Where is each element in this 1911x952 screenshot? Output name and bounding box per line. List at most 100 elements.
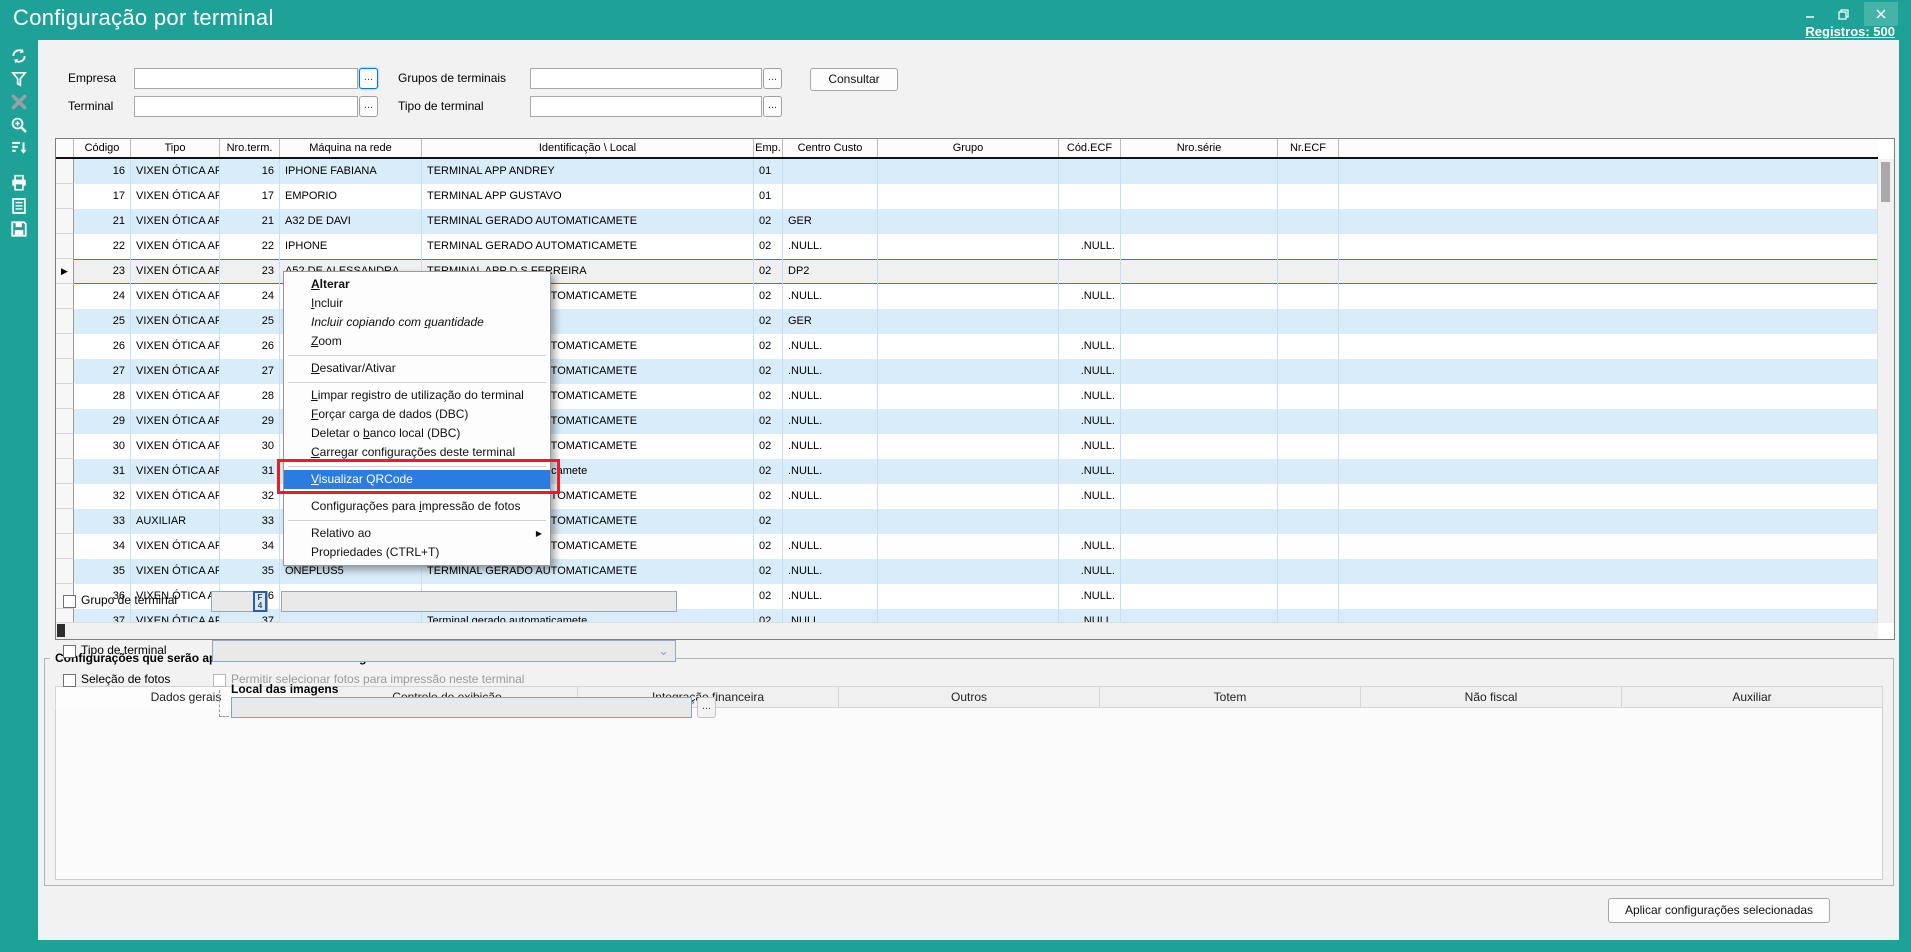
column-header-codigo[interactable]: Código [74,139,131,157]
grupos-label: Grupos de terminais [398,71,506,85]
empresa-input[interactable] [134,68,358,89]
consultar-button[interactable]: Consultar [810,68,898,91]
menu-item-desativar-ativar[interactable]: Desativar/Ativar [284,359,550,378]
column-header-nrecf[interactable]: Nr.ECF [1278,139,1339,157]
menu-item-incluir-copiando-com-quantidade[interactable]: Incluir copiando com quantidade [284,313,550,332]
grupo-desc-input[interactable] [281,591,677,612]
grupos-input[interactable] [530,68,762,89]
column-header-emp[interactable]: Emp. [754,139,783,157]
cell-codigo: 26 [74,334,131,359]
sync-icon[interactable] [8,45,30,67]
permitir-fotos-checkbox[interactable] [213,674,226,687]
cell-emp: 02 [754,234,783,259]
menu-item-zoom[interactable]: Zoom [284,332,550,351]
local-imagens-label: Local das imagens [231,682,338,696]
selecao-fotos-checkbox[interactable] [63,674,76,687]
horizontal-scrollbar[interactable] [56,622,1878,639]
row-indicator [56,184,74,209]
sort-icon[interactable] [8,137,30,159]
grupo-terminal-checkbox[interactable] [63,595,76,608]
table-row[interactable]: 16VIXEN ÓTICA APP16IPHONE FABIANATERMINA… [56,159,1878,184]
menu-item-for-ar-carga-de-dados-dbc[interactable]: Forçar carga de dados (DBC) [284,405,550,424]
clear-filter-icon[interactable] [8,91,30,113]
report-icon[interactable] [8,195,30,217]
apply-button[interactable]: Aplicar configurações selecionadas [1608,898,1830,923]
tipo-terminal-input[interactable] [530,96,762,117]
cell-codigo: 24 [74,284,131,309]
cell-emp: 02 [754,409,783,434]
menu-item-propriedades-ctrl-t[interactable]: Propriedades (CTRL+T) [284,543,550,562]
cell-tipo: VIXEN ÓTICA APP [131,559,220,584]
cell-tipo: VIXEN ÓTICA APP [131,609,220,623]
cell-grupo [878,559,1059,584]
menu-item-incluir[interactable]: Incluir [284,294,550,313]
column-header-tipo[interactable]: Tipo [131,139,220,157]
cell-nroserie [1121,159,1278,184]
menu-item-configura-es-para-impress-o-de-fotos[interactable]: Configurações para impressão de fotos [284,497,550,516]
tab-totem[interactable]: Totem [1100,686,1361,708]
cell-nroserie [1121,384,1278,409]
tab-n-o-fiscal[interactable]: Não fiscal [1361,686,1622,708]
cell-centro: .NULL. [783,284,878,309]
column-header-codecf[interactable]: Cód.ECF [1059,139,1121,157]
table-row[interactable]: 21VIXEN ÓTICA APP21A32 DE DAVITERMINAL G… [56,209,1878,234]
menu-item-deletar-o-banco-local-dbc[interactable]: Deletar o banco local (DBC) [284,424,550,443]
column-header-maquina[interactable]: Máquina na rede [280,139,422,157]
grupos-browse-button[interactable]: ... [763,68,782,89]
column-header-grupo[interactable]: Grupo [878,139,1059,157]
column-header-nroserie[interactable]: Nro.série [1121,139,1278,157]
filter-icon[interactable] [8,68,30,90]
cell-nroserie [1121,209,1278,234]
tipo-terminal-combo[interactable]: ⌄ [212,640,676,662]
column-header-ident[interactable]: Identificação \ Local [422,139,754,157]
cell-nrecf [1278,284,1339,309]
cell-centro [783,184,878,209]
save-icon[interactable] [8,218,30,240]
cell-nrecf [1278,159,1339,184]
tipo-terminal-label: Tipo de terminal [398,99,484,113]
restore-icon[interactable] [1830,2,1857,26]
zoom-icon[interactable] [8,114,30,136]
vertical-scrollbar-thumb[interactable] [1881,162,1890,202]
menu-item-limpar-registro-de-utiliza-o-do-terminal[interactable]: Limpar registro de utilização do termina… [284,386,550,405]
horizontal-scrollbar-thumb[interactable] [57,624,65,637]
header-filler [1339,139,1878,157]
f4-hotkey-badge: F4 [253,591,267,612]
tab-auxiliar[interactable]: Auxiliar [1622,686,1883,708]
cell-nrecf [1278,359,1339,384]
records-count[interactable]: Registros: 500 [1805,24,1895,39]
column-header-centro[interactable]: Centro Custo [783,139,878,157]
row-indicator [56,209,74,234]
menu-item-relativo-ao[interactable]: Relativo ao▶ [284,524,550,543]
cell-centro: DP2 [783,259,878,284]
table-row[interactable]: 17VIXEN ÓTICA APP17EMPORIOTERMINAL APP G… [56,184,1878,209]
cell-emp: 02 [754,534,783,559]
cell-codecf [1059,184,1121,209]
row-filler [1339,259,1878,284]
tipo-browse-button[interactable]: ... [763,96,782,117]
column-header-nroterm[interactable]: Nro.term. [220,139,280,157]
terminal-browse-button[interactable]: ... [359,96,378,117]
table-row[interactable]: 22VIXEN ÓTICA APP22IPHONETERMINAL GERADO… [56,234,1878,259]
cell-nroserie [1121,359,1278,384]
terminal-input[interactable] [134,96,358,117]
local-imagens-input[interactable] [231,697,692,718]
cell-nrecf [1278,584,1339,609]
row-indicator [56,284,74,309]
print-icon[interactable] [8,172,30,194]
empresa-browse-button[interactable]: ... [359,68,378,89]
row-indicator [56,509,74,534]
local-imagens-browse-button[interactable]: ... [697,697,716,718]
cell-nroterm: 30 [220,434,280,459]
tab-outros[interactable]: Outros [839,686,1100,708]
row-filler [1339,609,1878,623]
close-icon[interactable] [1864,2,1898,26]
menu-item-alterar[interactable]: Alterar [284,275,550,294]
tipo-terminal-checkbox[interactable] [63,645,76,658]
cell-codecf [1059,259,1121,284]
cell-codigo: 34 [74,534,131,559]
vertical-scrollbar[interactable] [1877,159,1894,623]
cell-codecf: .NULL. [1059,584,1121,609]
cell-emp: 02 [754,484,783,509]
minimize-icon[interactable] [1796,2,1823,26]
